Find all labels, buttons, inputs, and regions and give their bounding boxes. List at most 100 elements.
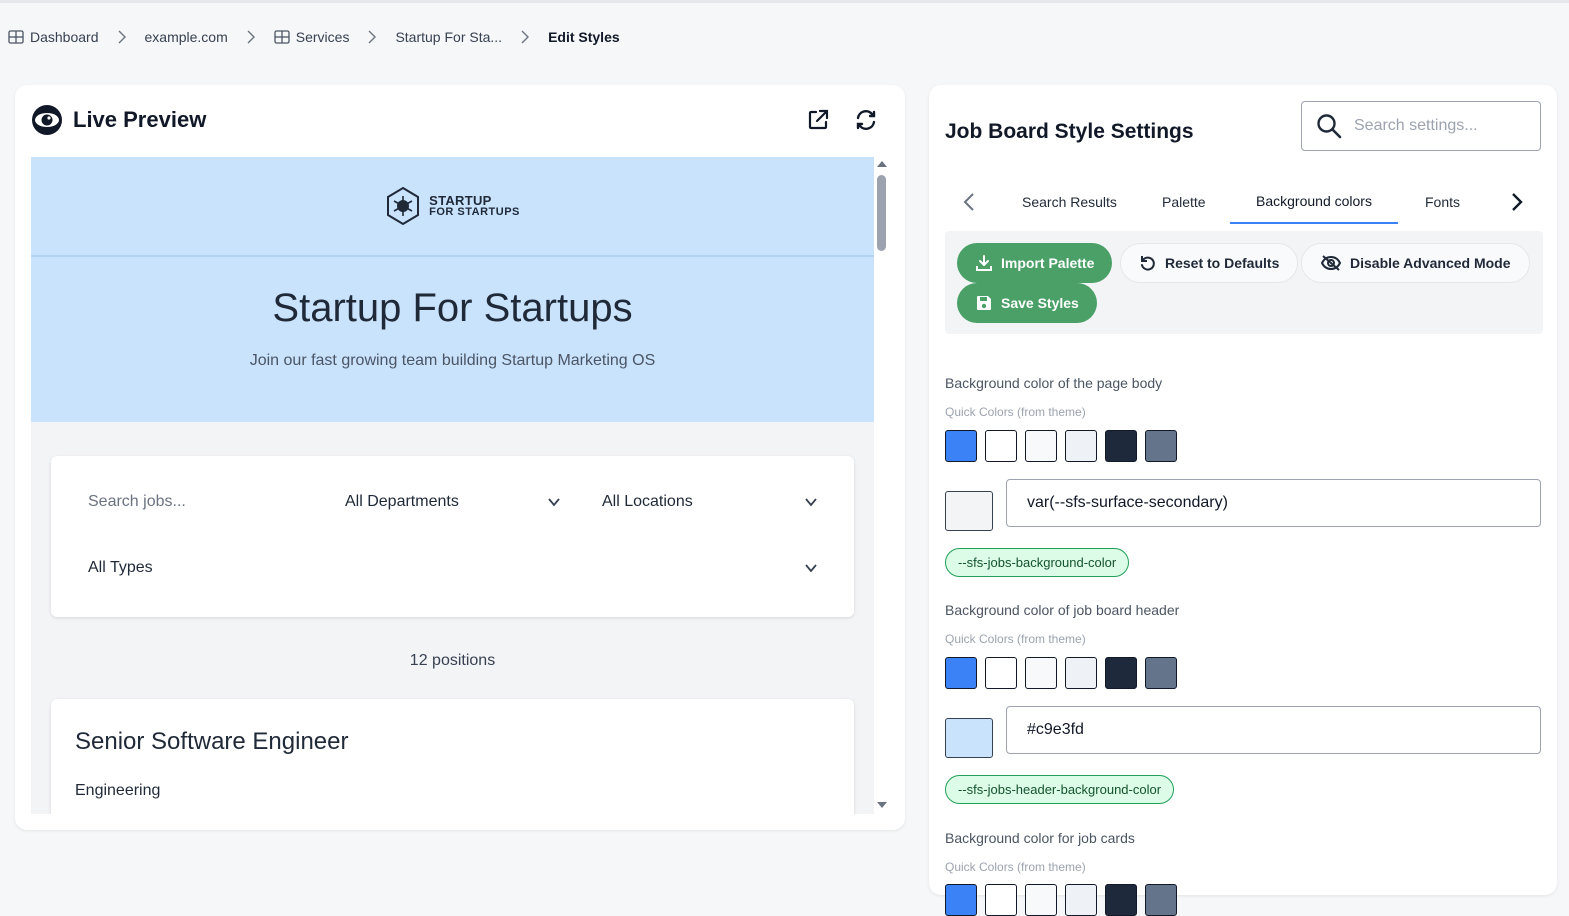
reset-defaults-button[interactable]: Reset to Defaults: [1120, 243, 1299, 283]
job-card[interactable]: Senior Software Engineer Engineering: [51, 699, 854, 814]
color-swatch[interactable]: [1025, 657, 1057, 689]
breadcrumb-label: example.com: [144, 29, 228, 45]
color-swatch[interactable]: [1065, 430, 1097, 462]
breadcrumb-current: Edit Styles: [548, 29, 620, 45]
save-icon: [977, 296, 991, 310]
breadcrumb-label: Services: [295, 29, 350, 45]
color-preview-box[interactable]: [945, 491, 993, 531]
tab-search-results[interactable]: Search Results: [1022, 180, 1117, 224]
color-swatch[interactable]: [1105, 884, 1137, 916]
refresh-icon[interactable]: [853, 107, 879, 133]
css-variable-chip: --sfs-jobs-background-color: [945, 548, 1130, 577]
color-swatch[interactable]: [1025, 430, 1057, 462]
color-swatch[interactable]: [1105, 430, 1137, 462]
chevron-right-icon: [228, 30, 274, 44]
eye-off-icon: [1320, 255, 1342, 271]
breadcrumb-label: Startup For Sta...: [395, 29, 503, 45]
quick-colors-label: Quick Colors (from theme): [945, 860, 1086, 874]
chevron-right-icon: [99, 30, 145, 44]
color-swatch[interactable]: [945, 430, 977, 462]
tabs-prev-arrow-icon[interactable]: [957, 190, 981, 214]
tab-palette[interactable]: Palette: [1162, 180, 1206, 224]
job-board-title: Startup For Startups: [272, 286, 633, 330]
hexagon-logo-icon: [387, 186, 420, 226]
settings-tabs: Search Results Palette Background colors…: [945, 180, 1543, 228]
live-preview-title: Live Preview: [73, 107, 207, 132]
company-logo[interactable]: STARTUP FOR STARTUPS: [385, 186, 520, 226]
settings-search-input[interactable]: [1354, 117, 1514, 135]
positions-count: 12 positions: [409, 652, 496, 669]
disable-advanced-mode-button[interactable]: Disable Advanced Mode: [1301, 243, 1530, 283]
color-swatch[interactable]: [1025, 884, 1057, 916]
field-label-job-cards: Background color for job cards: [945, 830, 1135, 846]
quick-colors-label: Quick Colors (from theme): [945, 632, 1086, 646]
field-label-header: Background color of job board header: [945, 602, 1180, 618]
save-styles-label: Save Styles: [1001, 295, 1079, 311]
breadcrumb-services[interactable]: Services: [274, 29, 350, 45]
department-select[interactable]: All Departments: [345, 493, 561, 511]
job-title: Senior Software Engineer: [75, 728, 349, 755]
scroll-down-arrow-icon[interactable]: [877, 802, 887, 808]
reset-defaults-label: Reset to Defaults: [1165, 255, 1280, 271]
settings-search-box[interactable]: [1301, 101, 1541, 151]
color-value-input[interactable]: #c9e3fd: [1006, 706, 1541, 754]
preview-frame[interactable]: STARTUP FOR STARTUPS Startup For Startup…: [31, 157, 891, 814]
download-icon: [976, 255, 992, 271]
color-preview-box[interactable]: [945, 718, 993, 758]
job-filters: Search jobs... All Departments All Locat…: [51, 456, 854, 617]
eye-icon: [32, 105, 62, 135]
quick-colors-label: Quick Colors (from theme): [945, 405, 1086, 419]
live-preview-header: Live Preview: [29, 105, 206, 135]
job-search-input[interactable]: Search jobs...: [88, 493, 186, 511]
chevron-down-icon: [805, 564, 817, 573]
disable-advanced-mode-label: Disable Advanced Mode: [1350, 255, 1511, 271]
color-swatch[interactable]: [945, 657, 977, 689]
breadcrumb: Dashboard example.com Services Startup F…: [8, 26, 620, 48]
location-select[interactable]: All Locations: [602, 493, 818, 511]
breadcrumb-service-name[interactable]: Startup For Sta...: [395, 29, 502, 45]
import-palette-label: Import Palette: [1001, 255, 1095, 271]
chevron-right-icon: [349, 30, 395, 44]
tab-fonts[interactable]: Fonts: [1425, 180, 1460, 224]
color-value-input[interactable]: var(--sfs-surface-secondary): [1006, 479, 1541, 527]
breadcrumb-label: Edit Styles: [548, 29, 620, 45]
tab-background-colors[interactable]: Background colors: [1230, 180, 1398, 224]
breadcrumb-domain[interactable]: example.com: [145, 29, 228, 45]
type-select[interactable]: All Types: [88, 559, 818, 577]
logo-text-line2: FOR STARTUPS: [429, 206, 520, 218]
chevron-down-icon: [805, 498, 817, 507]
color-swatch[interactable]: [985, 657, 1017, 689]
color-swatch[interactable]: [1145, 884, 1177, 916]
scrollbar-thumb[interactable]: [877, 175, 886, 251]
color-swatch[interactable]: [1145, 657, 1177, 689]
location-select-value: All Locations: [602, 493, 693, 510]
settings-toolbar: Import Palette Reset to Defaults Disable…: [945, 231, 1543, 334]
settings-title: Job Board Style Settings: [945, 120, 1194, 143]
color-swatch[interactable]: [945, 884, 977, 916]
color-swatch[interactable]: [1105, 657, 1137, 689]
live-preview-panel: Live Preview STARTUP FOR STARTUPS Startu…: [15, 85, 905, 830]
quick-color-swatches: [945, 430, 1177, 462]
field-label-page-body: Background color of the page body: [945, 375, 1163, 391]
color-swatch[interactable]: [1065, 884, 1097, 916]
breadcrumb-label: Dashboard: [30, 29, 99, 45]
import-palette-button[interactable]: Import Palette: [957, 243, 1113, 283]
grid-icon: [8, 30, 24, 44]
job-board-subtitle: Join our fast growing team building Star…: [249, 352, 656, 369]
color-swatch[interactable]: [1145, 430, 1177, 462]
tabs-next-arrow-icon[interactable]: [1505, 190, 1529, 214]
save-styles-button[interactable]: Save Styles: [957, 283, 1097, 323]
scroll-up-arrow-icon[interactable]: [877, 161, 887, 167]
type-select-value: All Types: [88, 559, 153, 576]
color-swatch[interactable]: [985, 884, 1017, 916]
chevron-down-icon: [548, 498, 560, 507]
chevron-right-icon: [502, 30, 548, 44]
preview-scrollbar[interactable]: [874, 157, 891, 814]
color-swatch[interactable]: [985, 430, 1017, 462]
breadcrumb-dashboard[interactable]: Dashboard: [8, 29, 99, 45]
color-swatch[interactable]: [1065, 657, 1097, 689]
top-border: [0, 0, 1569, 3]
external-link-icon[interactable]: [805, 107, 831, 133]
job-board-logo-bar: STARTUP FOR STARTUPS: [31, 157, 874, 257]
undo-icon: [1141, 256, 1155, 271]
